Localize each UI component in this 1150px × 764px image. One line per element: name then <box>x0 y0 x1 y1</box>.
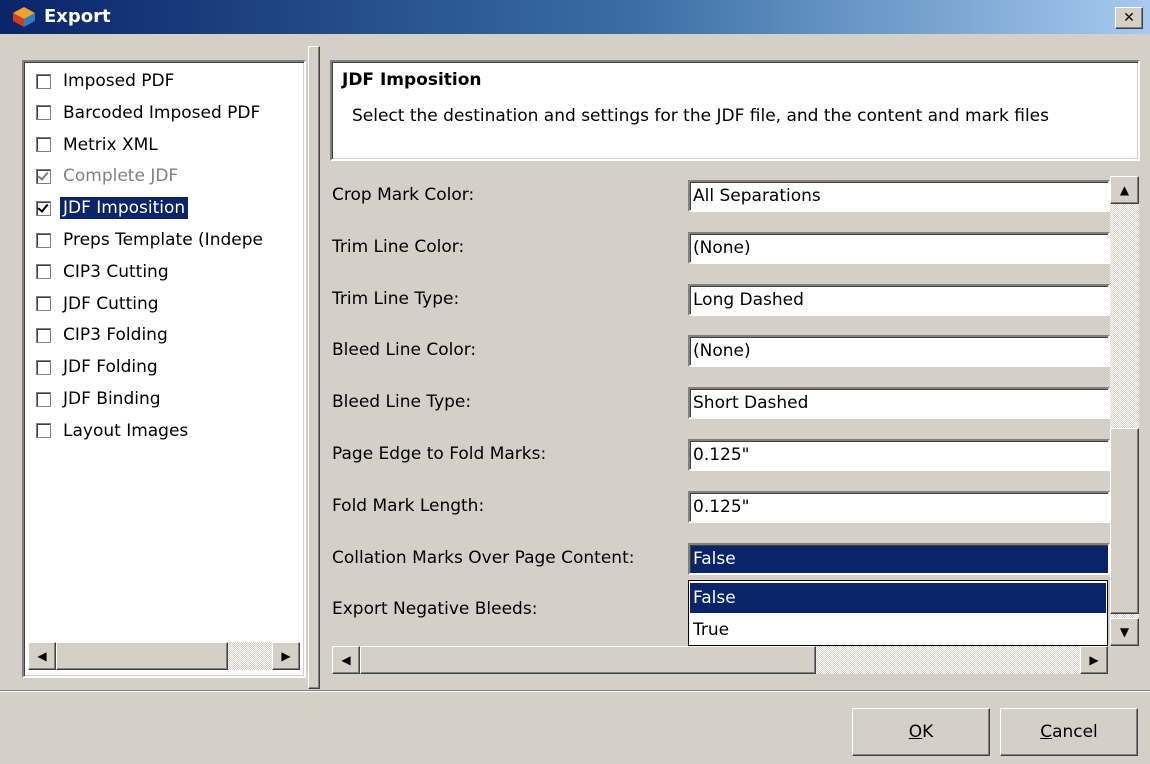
left-arrow-icon: ◀ <box>37 649 47 663</box>
scroll-thumb[interactable] <box>1110 428 1139 614</box>
export-item[interactable]: JDF Imposition <box>36 193 189 223</box>
property-label: Bleed Line Type: <box>332 392 472 413</box>
property-value-field[interactable]: Long Dashed <box>688 283 1110 316</box>
scroll-right-button[interactable]: ▶ <box>1080 646 1108 674</box>
section-description: Select the destination and settings for … <box>352 106 1049 126</box>
export-item[interactable]: Imposed PDF <box>36 66 177 96</box>
export-item-checkbox[interactable] <box>36 296 51 312</box>
export-item-label: Metrix XML <box>63 134 158 155</box>
section-title: JDF Imposition <box>342 70 482 90</box>
window-title: Export <box>44 6 111 27</box>
close-icon: ✕ <box>1123 10 1135 26</box>
property-value-field[interactable]: 0.125" <box>688 490 1110 523</box>
scroll-down-button[interactable]: ▼ <box>1110 618 1139 646</box>
pane-splitter[interactable] <box>308 46 320 689</box>
export-item[interactable]: Layout Images <box>36 416 191 446</box>
property-value-field[interactable]: (None) <box>688 335 1110 368</box>
property-label: Fold Mark Length: <box>332 495 485 516</box>
right-arrow-icon: ▶ <box>281 649 291 663</box>
export-item-label: JDF Imposition <box>60 197 189 220</box>
property-label: Bleed Line Color: <box>332 340 477 361</box>
export-item-label: Barcoded Imposed PDF <box>63 102 261 123</box>
property-value-field[interactable]: 0.125" <box>688 439 1110 471</box>
down-arrow-icon: ▼ <box>1119 625 1130 639</box>
scroll-right-button[interactable]: ▶ <box>272 642 300 670</box>
export-item-checkbox[interactable] <box>36 200 51 216</box>
scroll-thumb[interactable] <box>360 646 816 674</box>
property-label: Export Negative Bleeds: <box>332 599 538 620</box>
title-bar[interactable] <box>0 0 1150 34</box>
cancel-button-label: Cancel <box>1040 722 1098 742</box>
property-horizontal-scrollbar[interactable]: ◀ ▶ <box>332 646 1108 674</box>
export-item-label: CIP3 Folding <box>63 325 168 346</box>
property-value-field[interactable]: All Separations <box>688 180 1110 212</box>
export-item-checkbox[interactable] <box>36 137 51 153</box>
property-value-field[interactable]: (None) <box>688 231 1110 264</box>
export-item[interactable]: Preps Template (Indepe <box>36 225 266 255</box>
export-type-list[interactable]: Imposed PDF Barcoded Imposed PDF Metrix XM… <box>22 60 306 678</box>
scroll-up-button[interactable]: ▲ <box>1110 176 1139 204</box>
right-arrow-icon: ▶ <box>1089 653 1099 667</box>
export-item-checkbox[interactable] <box>36 391 51 407</box>
scroll-thumb[interactable] <box>56 642 228 670</box>
export-item-label: JDF Binding <box>63 389 161 409</box>
export-item-checkbox[interactable] <box>36 359 51 375</box>
export-item-label: JDF Folding <box>63 357 158 378</box>
close-button[interactable]: ✕ <box>1115 7 1143 29</box>
export-item-checkbox[interactable] <box>36 327 51 343</box>
export-item[interactable]: JDF Folding <box>36 352 161 382</box>
ok-button[interactable]: OK <box>852 708 990 756</box>
scroll-left-button[interactable]: ◀ <box>28 642 56 670</box>
property-label: Collation Marks Over Page Content: <box>332 547 635 568</box>
ok-button-label: OK <box>908 722 934 742</box>
property-label: Crop Mark Color: <box>332 185 475 205</box>
section-header: JDF Imposition Select the destination an… <box>330 60 1140 161</box>
left-horizontal-scrollbar[interactable]: ◀ ▶ <box>28 642 300 670</box>
property-value-field[interactable]: Short Dashed <box>688 387 1110 420</box>
export-item[interactable]: JDF Binding <box>36 384 164 414</box>
export-item-checkbox[interactable] <box>36 73 51 89</box>
export-item-checkbox[interactable] <box>36 423 51 439</box>
dropdown-option-false[interactable]: False <box>690 583 1106 613</box>
property-vertical-scrollbar[interactable]: ▲ ▼ <box>1110 176 1139 646</box>
button-bar-separator <box>0 690 1150 692</box>
scroll-left-button[interactable]: ◀ <box>332 646 360 674</box>
export-item[interactable]: Metrix XML <box>36 130 161 160</box>
export-item[interactable]: CIP3 Cutting <box>36 257 172 287</box>
export-item[interactable]: Complete JDF <box>36 161 181 191</box>
up-arrow-icon: ▲ <box>1119 183 1130 197</box>
export-item-label: Preps Template (Indepe <box>63 230 263 250</box>
dropdown-option-true[interactable]: True <box>690 615 1106 645</box>
property-label: Trim Line Color: <box>332 236 465 257</box>
export-item[interactable]: JDF Cutting <box>36 289 162 319</box>
export-item[interactable]: CIP3 Folding <box>36 320 171 350</box>
export-item-checkbox[interactable] <box>36 105 51 121</box>
export-item-checkbox[interactable] <box>36 264 51 280</box>
export-item-label: Complete JDF <box>63 166 179 187</box>
dropdown-list[interactable]: False True <box>688 580 1108 646</box>
property-label: Trim Line Type: <box>332 288 460 309</box>
left-arrow-icon: ◀ <box>341 653 351 667</box>
export-item-label: Layout Images <box>63 420 189 441</box>
export-item-checkbox[interactable] <box>36 232 51 248</box>
export-item-label: JDF Cutting <box>63 293 159 314</box>
export-item-label: CIP3 Cutting <box>63 261 169 282</box>
property-value-dropdown[interactable]: False <box>688 542 1110 575</box>
app-icon <box>12 6 36 28</box>
export-item[interactable]: Barcoded Imposed PDF <box>36 98 263 128</box>
export-item-label: Imposed PDF <box>63 71 175 91</box>
export-item-checkbox <box>36 168 51 184</box>
property-label: Page Edge to Fold Marks: <box>332 444 547 464</box>
cancel-button[interactable]: Cancel <box>1000 708 1138 756</box>
